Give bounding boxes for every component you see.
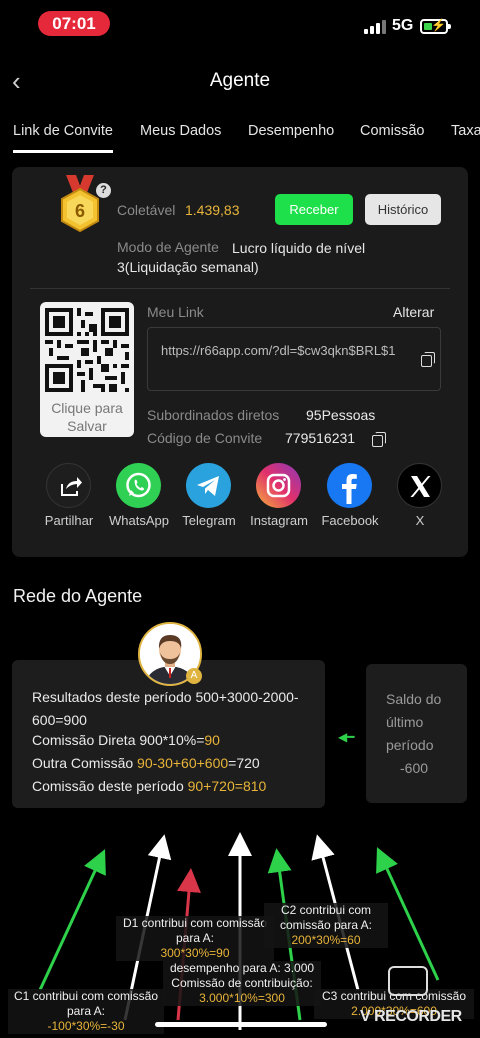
subordinates-value: 95Pessoas [306,407,376,423]
tab-comissao[interactable]: Comissão [360,123,424,139]
c1-note: C1 contribui com comissão para A: -100*3… [8,989,164,1034]
tab-bar: Link de Convite Meus Dados Desempenho Co… [0,120,480,156]
invite-link-box[interactable]: https://r66app.com/?dl=$cw3qkn$BRL$1 [147,327,441,391]
invite-link-text: https://r66app.com/?dl=$cw3qkn$BRL$1 [161,343,396,358]
direct-commission-line: Comissão Direta 900*10%=90 [32,732,220,748]
copy-code-icon[interactable] [372,432,386,447]
facebook-icon [327,463,372,508]
avatar-badge: A [186,668,202,684]
period-commission-line: Comissão deste período 90+720=810 [32,778,267,794]
qr-save-caption: Clique para Salvar [51,400,123,434]
tab-desempenho[interactable]: Desempenho [248,123,334,139]
d1-note: D1 contribui com comissão para A: 300*30… [116,916,274,961]
recorder-watermark: V RECORDER [360,1008,462,1025]
qr-code-icon [45,308,129,392]
network-type: 5G [392,17,414,34]
invite-code-value: 779516231 [285,430,356,446]
tab-taxa[interactable]: Taxa [451,123,480,139]
arrow-left-icon: ◀━ [338,730,355,744]
telegram-icon [186,463,231,508]
saldo-line-2: último [386,714,424,730]
page-title: Agente [209,70,271,91]
subordinates-label: Subordinados diretos [147,407,280,423]
history-button[interactable]: Histórico [365,194,441,225]
tab-link-de-convite[interactable]: Link de Convite [13,123,113,153]
collectable-value: 1.439,83 [185,202,240,218]
c2-note: C2 contribui com comissão para A: 200*30… [264,903,388,948]
x-icon [397,463,442,508]
saldo-line-1: Saldo do [386,691,442,707]
other-commission-line: Outra Comissão 90-30+60+600=720 [32,755,260,771]
recorder-icon [388,966,428,996]
last-period-balance-box: Saldo do último período -600 [366,664,467,803]
tab-meus-dados[interactable]: Meus Dados [140,123,221,139]
battery-icon: ⚡ [420,18,451,34]
saldo-line-3: período [386,737,434,753]
qr-code[interactable]: Clique para Salvar [40,302,134,437]
invite-code-label: Código de Convite [147,430,263,446]
level-number: 6 [75,201,85,221]
agent-card: 6 ? Coletável 1.439,83 Receber Histórico… [12,167,468,557]
collectable-label: Coletável [117,202,176,218]
status-bar: 07:01 5G ⚡ [0,0,480,50]
instagram-icon [256,463,301,508]
network-title: Rede do Agente [13,586,143,606]
agent-mode-value: Lucro líquido de nível 3(Liquidação sema… [117,240,366,275]
receive-button[interactable]: Receber [275,194,353,225]
d1-performance-note: desempenho para A: 3.000 Comissão de con… [163,961,321,1006]
divider [30,288,450,289]
results-line: Resultados deste período 500+3000-2000-6… [32,689,299,728]
my-link-label: Meu Link [147,304,204,320]
home-indicator[interactable] [155,1022,327,1027]
whatsapp-icon [116,463,161,508]
help-icon[interactable]: ? [96,183,111,198]
share-x[interactable]: X [382,461,458,529]
share-icon [46,463,91,508]
x-label: X [415,513,425,528]
saldo-value: -600 [400,760,429,776]
signal-icon [364,20,386,34]
status-time: 07:01 [38,11,110,36]
copy-link-icon[interactable] [421,352,435,367]
change-link-button[interactable]: Alterar [393,304,434,320]
